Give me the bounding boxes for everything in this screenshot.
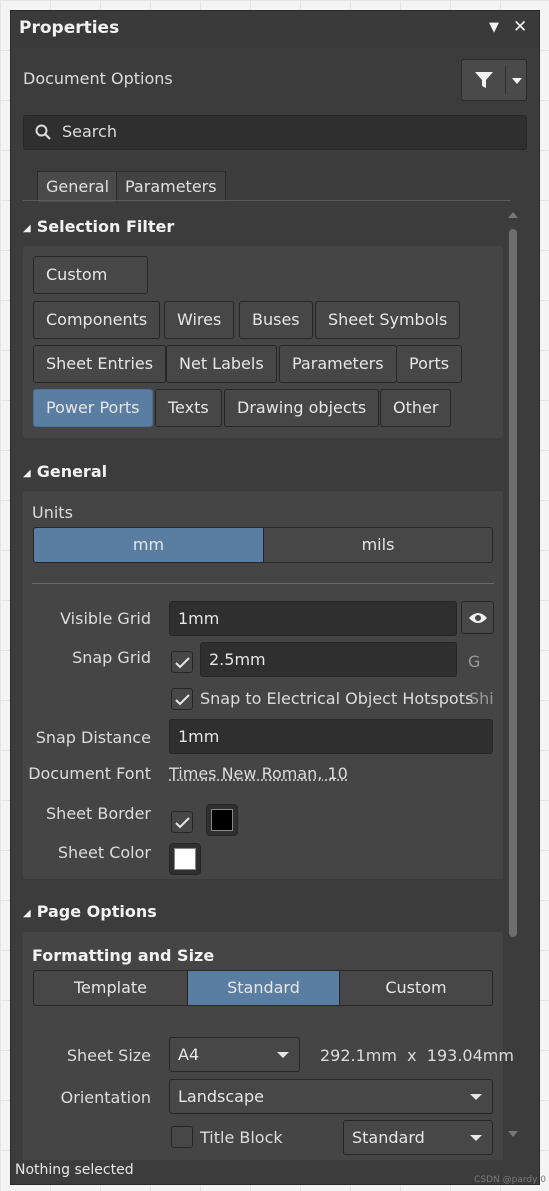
document-font-label: Document Font [28, 764, 151, 783]
mode-custom-button[interactable]: Custom [339, 970, 493, 1006]
visible-grid-label: Visible Grid [60, 609, 151, 628]
collapse-triangle-icon: ◢ [23, 908, 31, 919]
color-swatch [211, 809, 233, 831]
sheet-size-label: Sheet Size [66, 1046, 151, 1065]
search-icon [35, 124, 51, 140]
document-font-link[interactable]: Times New Roman, 10 [169, 764, 348, 783]
collapse-triangle-icon: ◢ [23, 468, 31, 479]
general-box: Units mm mils Visible Grid 1mm Snap Grid… [23, 491, 503, 879]
filter-chip-sheet-symbols[interactable]: Sheet Symbols [315, 301, 461, 339]
title-block-value: Standard [352, 1128, 425, 1147]
document-options-label: Document Options [23, 69, 173, 88]
tab-general[interactable]: General [37, 171, 119, 202]
filter-chip-net-labels[interactable]: Net Labels [166, 345, 277, 383]
title-block-checkbox[interactable] [171, 1126, 193, 1148]
snap-hotspots-label: Snap to Electrical Object Hotspots [200, 689, 474, 708]
filter-chip-wires[interactable]: Wires [164, 301, 235, 339]
units-label: Units [32, 503, 73, 522]
properties-panel: Properties ▼ ✕ Document Options Search G… [10, 10, 540, 1185]
snap-grid-input[interactable]: 2.5mm [200, 642, 457, 677]
orientation-value: Landscape [178, 1087, 264, 1106]
visible-grid-input[interactable]: 1mm [169, 601, 457, 636]
watermark: CSDN @pardy 0 [474, 1175, 546, 1185]
title-block-select[interactable]: Standard [343, 1120, 493, 1155]
filter-icon [475, 72, 493, 88]
check-icon [175, 817, 190, 829]
formatting-and-size-heading: Formatting and Size [32, 946, 215, 965]
title-block-label: Title Block [200, 1128, 283, 1147]
filter-chip-buses[interactable]: Buses [239, 301, 313, 339]
sheet-color-picker[interactable] [169, 843, 201, 875]
eye-icon [469, 613, 487, 623]
filter-chip-components[interactable]: Components [33, 301, 161, 339]
status-text: Nothing selected [15, 1162, 134, 1178]
search-input[interactable]: Search [23, 115, 527, 150]
filter-dropdown-icon[interactable] [512, 78, 522, 84]
mode-standard-button[interactable]: Standard [187, 970, 340, 1006]
units-mm-button[interactable]: mm [33, 527, 264, 563]
snap-grid-checkbox[interactable] [171, 651, 193, 673]
visibility-toggle[interactable] [461, 601, 494, 634]
units-mils-button[interactable]: mils [263, 527, 493, 563]
snap-hotspots-hotkey: Shi [469, 689, 494, 708]
section-general[interactable]: ◢ General [23, 462, 107, 481]
selection-filter-box: Custom Components Wires Buses Sheet Symb… [23, 246, 503, 438]
sheet-border-label: Sheet Border [46, 804, 151, 823]
sheet-color-label: Sheet Color [57, 843, 151, 862]
chevron-down-icon [277, 1052, 289, 1058]
check-icon [175, 694, 190, 706]
section-heading: Selection Filter [36, 217, 175, 236]
section-selection-filter[interactable]: ◢ Selection Filter [23, 217, 174, 236]
status-bar: Nothing selected [11, 1160, 539, 1184]
page-options-box: Formatting and Size Template Standard Cu… [23, 932, 514, 1164]
filter-chip-parameters[interactable]: Parameters [279, 345, 397, 383]
close-icon[interactable]: ✕ [513, 17, 527, 37]
chevron-down-icon [470, 1094, 482, 1100]
chevron-down-icon [470, 1135, 482, 1141]
snap-grid-hotkey: G [468, 652, 481, 671]
section-page-options[interactable]: ◢ Page Options [23, 902, 157, 921]
sheet-size-select[interactable]: A4 [169, 1037, 300, 1072]
section-heading: Page Options [36, 902, 157, 921]
snap-distance-label: Snap Distance [35, 728, 151, 747]
divider [32, 583, 494, 584]
filter-chip-ports[interactable]: Ports [396, 345, 463, 383]
sheet-border-color-picker[interactable] [206, 804, 238, 836]
orientation-select[interactable]: Landscape [169, 1079, 493, 1114]
snap-grid-label: Snap Grid [72, 648, 151, 667]
sheet-border-checkbox[interactable] [171, 811, 193, 833]
tab-parameters[interactable]: Parameters [116, 171, 226, 202]
check-icon [175, 657, 190, 669]
collapse-triangle-icon: ◢ [23, 223, 31, 234]
filter-chip-power-ports[interactable]: Power Ports [33, 389, 153, 427]
scroll-down-icon[interactable] [508, 1131, 518, 1137]
section-heading: General [36, 462, 108, 481]
filter-button[interactable] [461, 59, 527, 101]
snap-distance-input[interactable]: 1mm [169, 719, 493, 754]
snap-hotspots-checkbox[interactable] [171, 688, 193, 710]
filter-chip-sheet-entries[interactable]: Sheet Entries [33, 345, 167, 383]
scroll-up-icon[interactable] [508, 212, 518, 218]
sheet-dimensions: 292.1mm x 193.04mm [320, 1046, 514, 1065]
search-placeholder: Search [62, 122, 117, 141]
panel-title: Properties [19, 18, 120, 38]
tab-divider [23, 200, 511, 201]
filter-chip-drawing-objects[interactable]: Drawing objects [224, 389, 380, 427]
filter-chip-texts[interactable]: Texts [155, 389, 222, 427]
color-swatch [174, 848, 196, 870]
scrollbar-thumb[interactable] [509, 229, 517, 937]
orientation-label: Orientation [60, 1088, 151, 1107]
mode-template-button[interactable]: Template [33, 970, 188, 1006]
filter-chip-custom[interactable]: Custom [33, 256, 148, 294]
panel-titlebar: Properties ▼ ✕ [11, 11, 539, 47]
pin-dropdown-icon[interactable]: ▼ [489, 20, 499, 35]
filter-chip-other[interactable]: Other [380, 389, 452, 427]
sheet-size-value: A4 [178, 1045, 200, 1064]
